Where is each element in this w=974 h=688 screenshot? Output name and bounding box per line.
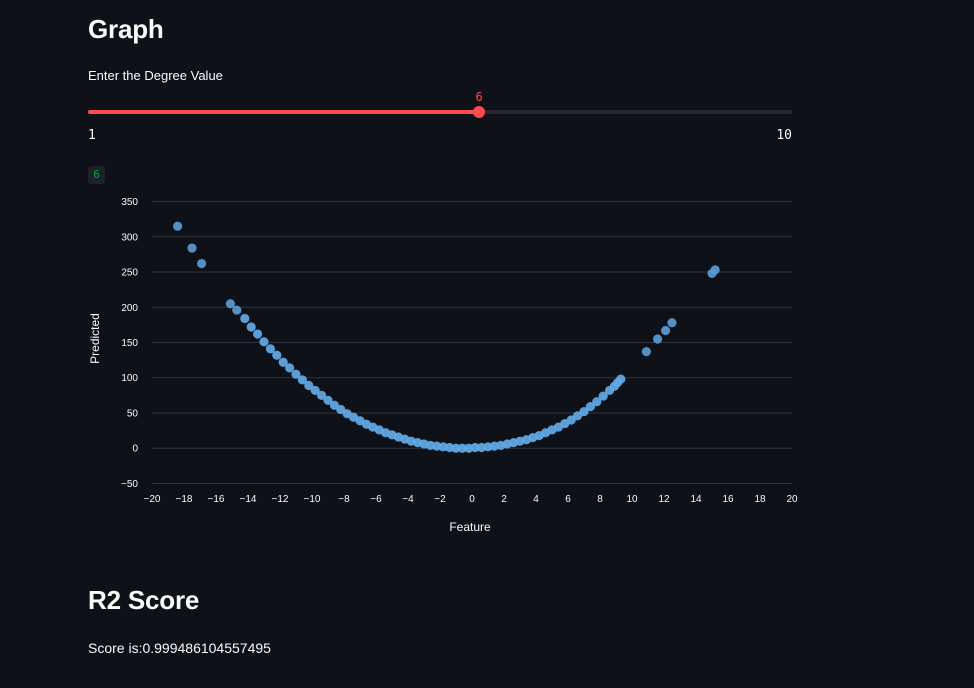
r2-score-text: Score is:0.999486104557495: [88, 640, 271, 656]
x-tick-label: −16: [208, 494, 225, 505]
y-tick-label: 300: [121, 232, 138, 243]
x-tick-label: 16: [722, 494, 734, 505]
data-point: [240, 313, 250, 324]
x-tick-label: 18: [754, 494, 766, 505]
x-tick-label: 12: [658, 494, 670, 505]
data-point: [710, 265, 720, 275]
degree-slider-label: Enter the Degree Value: [88, 68, 223, 83]
slider-min-label: 1: [88, 128, 96, 143]
data-point: [253, 329, 263, 339]
degree-slider[interactable]: 6 1 10: [88, 88, 792, 148]
y-axis-label: Predicted: [88, 313, 102, 364]
scatter-chart: −50050100150200250300350−20 −18 −16 −14 −12−…: [88, 197, 798, 534]
r2-heading: R2 Score: [88, 585, 200, 615]
slider-max-label: 10: [776, 128, 792, 143]
data-point: [661, 325, 671, 336]
x-tick-label: −2: [434, 494, 446, 505]
y-tick-label: 0: [132, 444, 138, 455]
slider-fill: [88, 110, 480, 114]
x-tick-label: 2: [501, 494, 507, 505]
data-point: [173, 221, 183, 231]
x-tick-label: 14: [690, 494, 702, 505]
x-tick-label: −20: [144, 494, 161, 505]
slider-track[interactable]: [88, 110, 792, 114]
x-tick-label: 0: [469, 494, 475, 505]
x-tick-label: 8: [597, 494, 603, 505]
data-point: [616, 374, 626, 384]
x-tick-label: 6: [565, 494, 571, 505]
y-tick-label: 250: [121, 268, 138, 279]
y-tick-label: 50: [127, 408, 139, 419]
y-tick-label: 350: [121, 197, 138, 208]
x-tick-label: −12: [272, 494, 289, 505]
y-tick-label: 200: [121, 303, 138, 314]
y-tick-label: −50: [121, 479, 138, 490]
data-point: [187, 243, 197, 253]
x-axis-label: Feature: [449, 520, 491, 534]
data-point: [197, 258, 207, 269]
x-tick-label: −18: [176, 494, 193, 505]
x-tick-label: −10: [304, 494, 321, 505]
data-point: [653, 334, 663, 344]
x-tick-label: 20: [786, 494, 798, 505]
x-tick-label: −8: [338, 494, 350, 505]
x-tick-label: −6: [370, 494, 382, 505]
x-tick-label: 10: [626, 494, 638, 505]
y-tick-label: 150: [121, 338, 138, 349]
data-point: [232, 305, 242, 315]
degree-output-badge: 6: [88, 166, 105, 184]
slider-current-value: 6: [475, 90, 483, 104]
x-tick-label: 4: [533, 494, 539, 505]
data-point: [246, 322, 256, 332]
data-point: [641, 347, 652, 357]
y-tick-label: 100: [121, 373, 138, 384]
slider-thumb[interactable]: [473, 106, 486, 118]
graph-heading: Graph: [88, 14, 164, 44]
x-tick-label: −14: [240, 494, 257, 505]
x-tick-label: −4: [402, 494, 414, 505]
data-point: [259, 337, 269, 347]
data-point: [667, 318, 677, 328]
data-point: [272, 350, 282, 360]
